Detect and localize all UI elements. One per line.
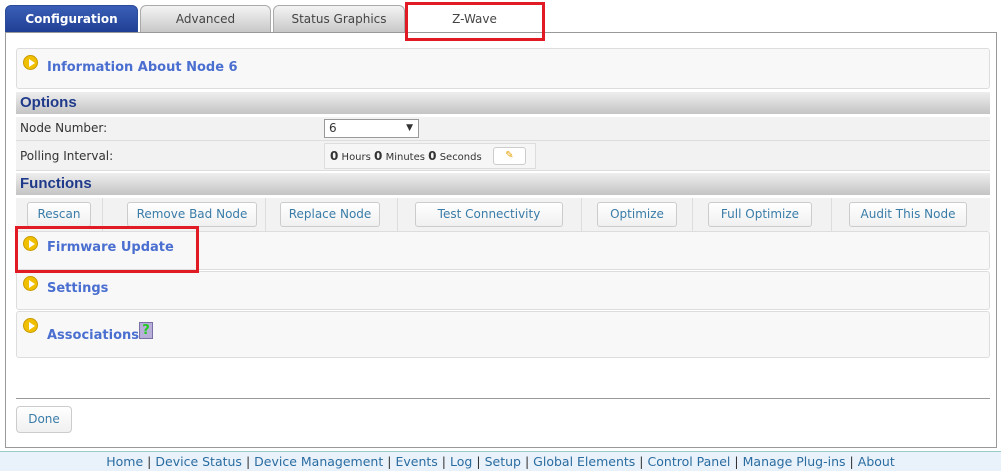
audit-this-node-button[interactable]: Audit This Node xyxy=(849,202,967,227)
footer-link-home[interactable]: Home xyxy=(106,454,143,469)
info-panel[interactable]: Information About Node 6 xyxy=(16,48,990,89)
done-button[interactable]: Done xyxy=(16,406,72,433)
footer-link-control-panel[interactable]: Control Panel xyxy=(648,454,731,469)
expand-icon[interactable] xyxy=(23,276,38,291)
highlight-box xyxy=(405,2,545,41)
hours-value: 0 xyxy=(330,149,339,163)
remove-bad-node-button[interactable]: Remove Bad Node xyxy=(127,202,257,227)
node-number-select[interactable]: 6 ▼ xyxy=(324,119,419,138)
footer-link-log[interactable]: Log xyxy=(450,454,472,469)
replace-node-button[interactable]: Replace Node xyxy=(280,202,380,227)
footer-link-about[interactable]: About xyxy=(858,454,895,469)
footer-link-manage-plugins[interactable]: Manage Plug-ins xyxy=(743,454,846,469)
polling-label: Polling Interval: xyxy=(20,149,114,163)
divider xyxy=(16,398,990,399)
node-number-row: Node Number: 6 ▼ xyxy=(16,117,990,141)
full-optimize-button[interactable]: Full Optimize xyxy=(708,202,812,227)
rescan-button[interactable]: Rescan xyxy=(27,202,91,227)
settings-panel[interactable]: Settings xyxy=(16,271,990,310)
seconds-label: Seconds xyxy=(439,152,482,163)
node-number-value: 6 xyxy=(329,121,337,135)
footer-nav: Home | Device Status | Device Management | Eve… xyxy=(0,451,1001,471)
footer-link-device-management[interactable]: Device Management xyxy=(254,454,383,469)
hours-label: Hours xyxy=(341,152,371,163)
settings-title[interactable]: Settings xyxy=(47,281,108,296)
minutes-label: Minutes xyxy=(385,152,425,163)
expand-icon[interactable] xyxy=(23,318,38,333)
minutes-value: 0 xyxy=(374,149,383,163)
polling-row: Polling Interval: 0 Hours 0 Minutes 0 Se… xyxy=(16,141,990,171)
options-header: Options xyxy=(16,92,990,114)
footer-link-events[interactable]: Events xyxy=(395,454,437,469)
associations-panel[interactable]: Associations ? xyxy=(16,311,990,358)
expand-icon[interactable] xyxy=(23,55,38,70)
info-panel-title[interactable]: Information About Node 6 xyxy=(47,60,238,75)
chevron-down-icon: ▼ xyxy=(406,123,413,133)
seconds-value: 0 xyxy=(428,149,437,163)
edit-pencil-icon[interactable]: ✎ xyxy=(493,147,526,165)
polling-value: 0 Hours 0 Minutes 0 Seconds ✎ xyxy=(324,143,536,169)
tab-status-graphics[interactable]: Status Graphics xyxy=(273,5,405,32)
help-icon[interactable]: ? xyxy=(139,322,153,339)
associations-title[interactable]: Associations xyxy=(47,328,139,343)
tab-advanced[interactable]: Advanced xyxy=(140,5,271,32)
tab-configuration[interactable]: Configuration xyxy=(5,5,138,32)
footer-link-global-elements[interactable]: Global Elements xyxy=(533,454,635,469)
optimize-button[interactable]: Optimize xyxy=(597,202,677,227)
highlight-box xyxy=(15,226,199,273)
functions-header: Functions xyxy=(16,173,990,195)
test-connectivity-button[interactable]: Test Connectivity xyxy=(415,202,563,227)
node-number-label: Node Number: xyxy=(20,121,108,135)
footer-link-setup[interactable]: Setup xyxy=(485,454,521,469)
footer-link-device-status[interactable]: Device Status xyxy=(155,454,242,469)
